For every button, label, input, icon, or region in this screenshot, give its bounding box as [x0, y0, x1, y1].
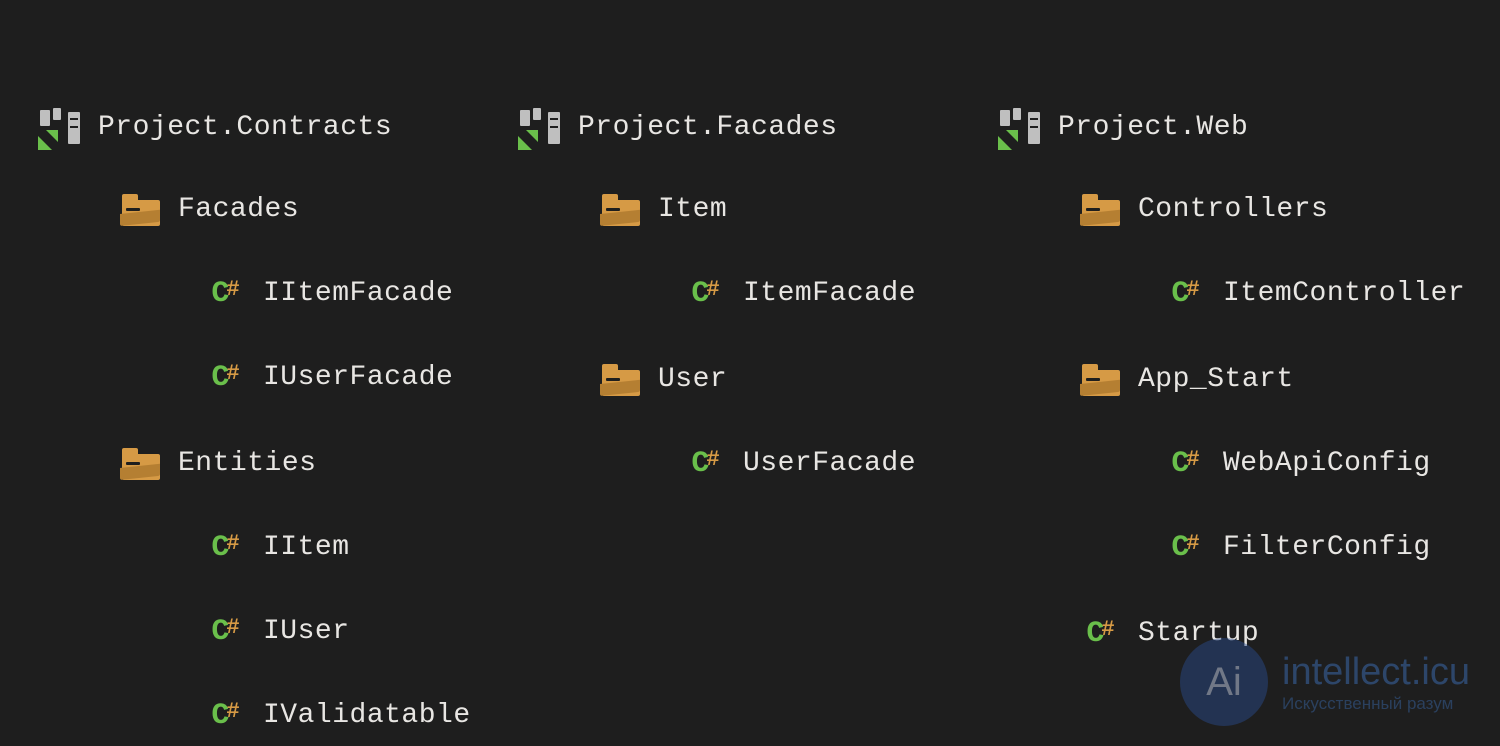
file-node[interactable]: C# IUserFacade — [40, 350, 470, 406]
file-node[interactable]: C# IUser — [40, 604, 470, 660]
file-label: ItemFacade — [743, 266, 916, 322]
project-label: Project.Facades — [578, 100, 838, 156]
file-node[interactable]: C# IValidatable — [40, 688, 470, 744]
folder-icon — [120, 444, 160, 484]
folder-node[interactable]: App_Start — [1000, 352, 1460, 408]
file-label: UserFacade — [743, 436, 916, 492]
folder-label: Facades — [178, 182, 299, 238]
file-label: IItemFacade — [263, 266, 453, 322]
file-label: ItemController — [1223, 266, 1465, 322]
folder-node[interactable]: Controllers — [1000, 182, 1460, 238]
file-label: IValidatable — [263, 688, 471, 744]
folder-icon — [600, 190, 640, 230]
file-node[interactable]: C# ItemController — [1000, 266, 1460, 322]
project-web: Project.Web Controllers C# ItemControlle… — [1000, 100, 1460, 706]
project-label: Project.Contracts — [98, 100, 392, 156]
project-contracts: Project.Contracts Facades C# IItemFacade… — [40, 100, 470, 706]
csharp-file-icon: C# — [205, 696, 245, 736]
folder-node[interactable]: Facades — [40, 182, 470, 238]
file-label: FilterConfig — [1223, 520, 1431, 576]
folder-label: Controllers — [1138, 182, 1328, 238]
folder-label: User — [658, 352, 727, 408]
file-node[interactable]: C# WebApiConfig — [1000, 436, 1460, 492]
csharp-file-icon: C# — [205, 274, 245, 314]
project-node[interactable]: Project.Facades — [520, 100, 950, 156]
file-node[interactable]: C# FilterConfig — [1000, 520, 1460, 576]
file-label: WebApiConfig — [1223, 436, 1431, 492]
csharp-file-icon: C# — [205, 358, 245, 398]
csharp-file-icon: C# — [1165, 444, 1205, 484]
folder-icon — [120, 190, 160, 230]
file-node[interactable]: C# Startup — [1000, 606, 1460, 662]
csharp-file-icon: C# — [205, 612, 245, 652]
csharp-file-icon: C# — [1165, 274, 1205, 314]
folder-node[interactable]: User — [520, 352, 950, 408]
csharp-file-icon: C# — [685, 444, 725, 484]
file-label: IUserFacade — [263, 350, 453, 406]
csharp-file-icon: C# — [205, 528, 245, 568]
project-label: Project.Web — [1058, 100, 1248, 156]
file-node[interactable]: C# ItemFacade — [520, 266, 950, 322]
folder-icon — [1080, 190, 1120, 230]
file-node[interactable]: C# IItemFacade — [40, 266, 470, 322]
folder-node[interactable]: Item — [520, 182, 950, 238]
file-node[interactable]: C# UserFacade — [520, 436, 950, 492]
project-node[interactable]: Project.Contracts — [40, 100, 470, 156]
file-label: IUser — [263, 604, 350, 660]
folder-node[interactable]: Entities — [40, 436, 470, 492]
file-label: IItem — [263, 520, 350, 576]
csharp-file-icon: C# — [1080, 614, 1120, 654]
project-tree: Project.Contracts Facades C# IItemFacade… — [0, 0, 1500, 746]
file-label: Startup — [1138, 606, 1259, 662]
folder-label: Item — [658, 182, 727, 238]
project-facades: Project.Facades Item C# ItemFacade User … — [520, 100, 950, 706]
folder-label: Entities — [178, 436, 316, 492]
csproj-icon — [1000, 108, 1040, 148]
csharp-file-icon: C# — [685, 274, 725, 314]
project-node[interactable]: Project.Web — [1000, 100, 1460, 156]
folder-label: App_Start — [1138, 352, 1294, 408]
csharp-file-icon: C# — [1165, 528, 1205, 568]
csproj-icon — [520, 108, 560, 148]
csproj-icon — [40, 108, 80, 148]
folder-icon — [600, 360, 640, 400]
folder-icon — [1080, 360, 1120, 400]
file-node[interactable]: C# IItem — [40, 520, 470, 576]
